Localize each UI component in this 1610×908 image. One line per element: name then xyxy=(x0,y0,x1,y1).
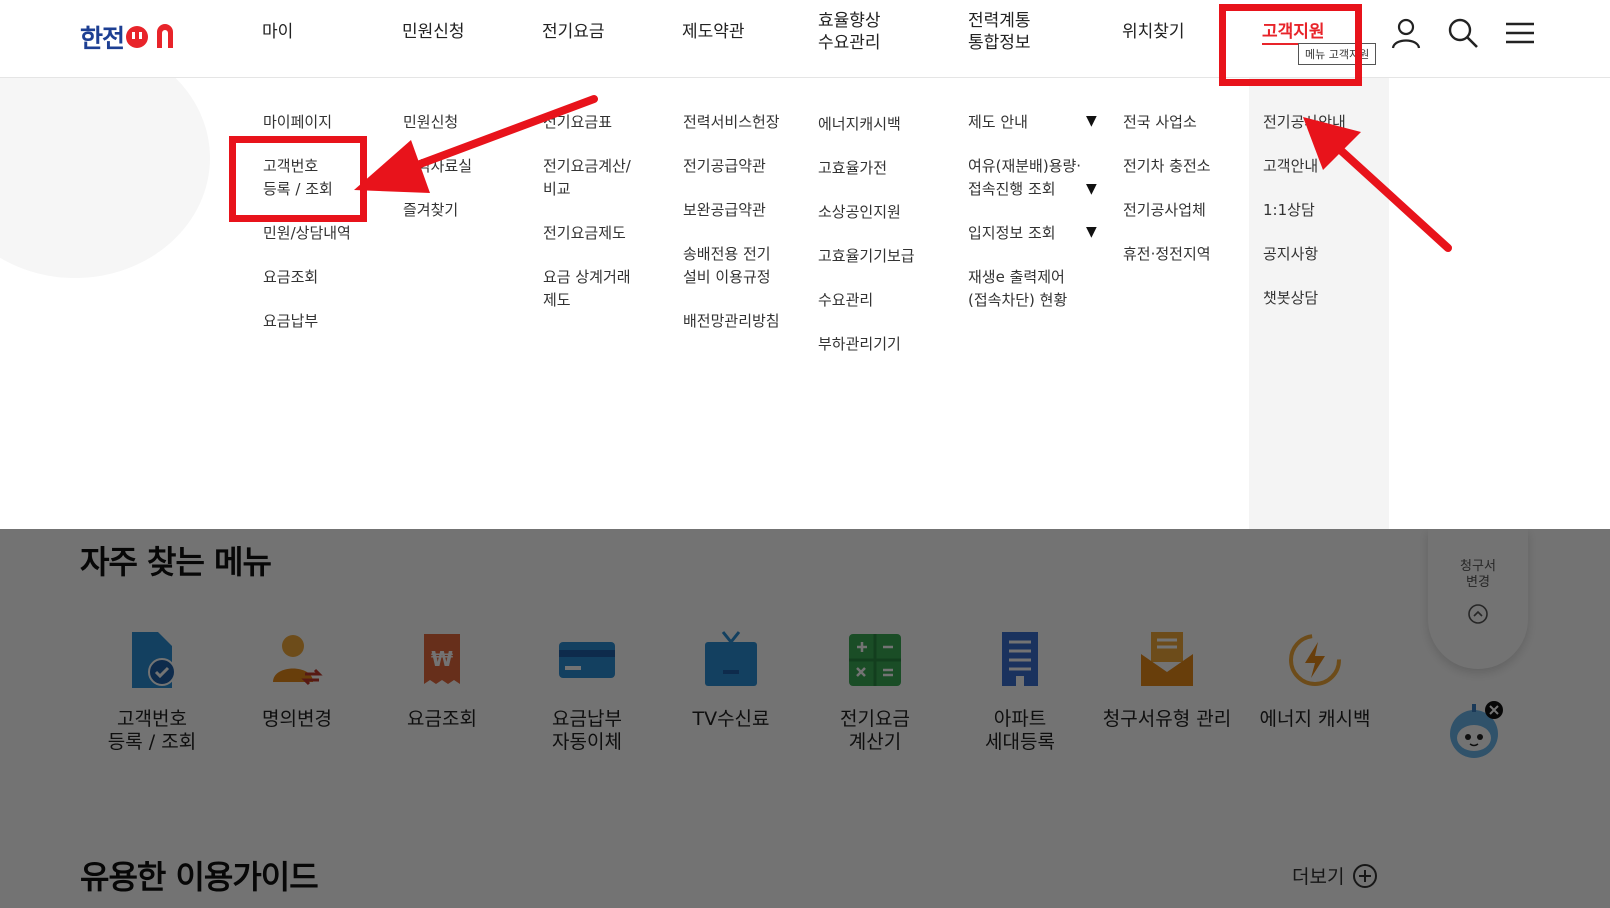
submenu-favorites[interactable]: 즐겨찾기 xyxy=(403,199,458,222)
gnb-my[interactable]: 마이 xyxy=(262,21,293,43)
quick-menu-label: 에너지 캐시백 xyxy=(1259,708,1371,730)
submenu-contractors[interactable]: 전기공사업체 xyxy=(1123,199,1206,222)
quick-menu-label: 청구서유형 관리 xyxy=(1102,708,1232,730)
submenu-transmission-rules[interactable]: 송배전용 전기 설비 이용규정 xyxy=(683,243,771,289)
submenu-mypage[interactable]: 마이페이지 xyxy=(263,111,332,134)
decorative-blob xyxy=(0,78,210,278)
submenu-fee-payment[interactable]: 요금납부 xyxy=(263,310,318,333)
calculator-icon xyxy=(849,634,901,686)
submenu-supply-terms[interactable]: 전기공급약관 xyxy=(683,155,766,178)
quick-menu-bill-type[interactable]: 청구서유형 관리 xyxy=(1087,630,1247,731)
document-check-icon xyxy=(132,632,176,688)
submenu-service-charter[interactable]: 전력서비스헌장 xyxy=(683,111,780,134)
chatbot-robot-icon[interactable] xyxy=(1444,700,1506,762)
quick-menu-fee-inquiry[interactable]: ₩ 요금조회 xyxy=(367,630,517,731)
submenu-notice[interactable]: 공지사항 xyxy=(1263,243,1318,266)
submenu-system-guide[interactable]: 제도 안내 xyxy=(968,111,1028,134)
chevron-up-circle-icon[interactable] xyxy=(1467,603,1489,625)
submenu-efficient-appliance[interactable]: 고효율가전 xyxy=(818,157,887,180)
logo-on-icon xyxy=(126,24,174,48)
quick-menu-label: 요금조회 xyxy=(407,708,477,730)
quick-menu-label: 고객번호 등록 / 조회 xyxy=(107,708,197,753)
submenu-site-info[interactable]: 입지정보 조회 xyxy=(968,222,1056,245)
submenu-energy-cashback[interactable]: 에너지캐시백 xyxy=(818,113,901,136)
submenu-outage-area[interactable]: 휴전·정전지역 xyxy=(1123,243,1211,266)
submenu-backup-terms[interactable]: 보완공급약관 xyxy=(683,199,766,222)
submenu-construction-guide[interactable]: 전기공사안내 xyxy=(1263,111,1346,134)
quick-menu-name-change[interactable]: 명의변경 xyxy=(222,630,372,731)
submenu-civil-history[interactable]: 민원/상담내역 xyxy=(263,222,351,245)
quick-menu-fee-calculator[interactable]: 전기요금 계산기 xyxy=(800,630,950,754)
submenu-net-metering[interactable]: 요금 상계거래 제도 xyxy=(543,266,631,312)
gnb-terms[interactable]: 제도약관 xyxy=(682,21,745,43)
gnb-electric-fee[interactable]: 전기요금 xyxy=(542,21,605,43)
submenu-ev-charger[interactable]: 전기차 충전소 xyxy=(1123,155,1211,178)
submenu-fee-inquiry[interactable]: 요금조회 xyxy=(263,266,318,289)
person-swap-icon xyxy=(273,635,323,686)
submenu-one-on-one[interactable]: 1:1상담 xyxy=(1263,199,1315,222)
submenu-fee-system[interactable]: 전기요금제도 xyxy=(543,222,626,245)
quick-menu-label: 요금납부 자동이체 xyxy=(552,708,622,753)
gnb-civil-request[interactable]: 민원신청 xyxy=(402,21,465,43)
quick-menu-label: TV수신료 xyxy=(692,708,770,730)
quick-menu-energy-cashback[interactable]: 에너지 캐시백 xyxy=(1235,630,1395,731)
tv-icon xyxy=(705,631,757,686)
user-icon[interactable] xyxy=(1389,16,1423,50)
search-icon[interactable] xyxy=(1446,16,1480,50)
usage-guide-title: 유용한 이용가이드 xyxy=(80,858,319,896)
quick-menu-auto-payment[interactable]: 요금납부 자동이체 xyxy=(512,630,662,754)
expand-arrow-icon[interactable]: ▼ xyxy=(1086,224,1097,240)
kepco-on-logo[interactable]: 한전 xyxy=(80,19,182,55)
quick-menu-label: 명의변경 xyxy=(262,708,332,730)
submenu-renewable-control[interactable]: 재생e 출력제어 (접속차단) 현황 xyxy=(968,266,1067,312)
energy-bolt-icon xyxy=(1289,634,1341,686)
quick-menu-label: 전기요금 계산기 xyxy=(840,708,910,753)
logo-text-kr: 한전 xyxy=(80,24,125,53)
quick-menu-label: 아파트 세대등록 xyxy=(985,708,1055,753)
expand-arrow-icon[interactable]: ▼ xyxy=(1086,181,1097,197)
svg-text:₩: ₩ xyxy=(431,647,453,671)
gnb-efficiency[interactable]: 효율향상 수요관리 xyxy=(818,10,881,54)
submenu-distribution-policy[interactable]: 배전망관리방침 xyxy=(683,310,780,333)
gnb-grid-info[interactable]: 전력계통 통합정보 xyxy=(968,10,1031,54)
submenu-form-library[interactable]: 서식자료실 xyxy=(403,155,472,178)
mail-bill-icon xyxy=(1141,632,1193,686)
submenu-capacity-inquiry[interactable]: 여유(재분배)용량· 접속진행 조회 xyxy=(968,155,1081,201)
submenu-load-device[interactable]: 부하관리기기 xyxy=(818,333,901,356)
submenu-demand-management[interactable]: 수요관리 xyxy=(818,289,873,312)
gnb-location[interactable]: 위치찾기 xyxy=(1122,21,1185,43)
more-label: 더보기 xyxy=(1292,866,1345,888)
site-header: 한전 마이 민원신청 전기요금 제도약관 효율향상 수요관리 전력계통 통합정보… xyxy=(0,0,1610,78)
hamburger-menu-icon[interactable] xyxy=(1503,16,1537,50)
credit-card-icon xyxy=(559,642,615,678)
bill-change-float-panel[interactable]: 청구서 변경 xyxy=(1428,529,1528,669)
won-bill-icon: ₩ xyxy=(424,634,460,684)
expand-arrow-icon[interactable]: ▼ xyxy=(1086,113,1097,129)
highlight-box-customer-support xyxy=(1219,4,1362,86)
highlight-box-customer-number xyxy=(229,136,367,222)
submenu-customer-guide[interactable]: 고객안내 xyxy=(1263,155,1318,178)
submenu-efficient-device[interactable]: 고효율기기보급 xyxy=(818,245,915,268)
apartment-icon xyxy=(1002,632,1038,686)
submenu-civil-request[interactable]: 민원신청 xyxy=(403,111,458,134)
more-button[interactable]: 더보기 xyxy=(1292,862,1378,889)
frequent-menu-title: 자주 찾는 메뉴 xyxy=(80,543,272,581)
bill-change-label: 청구서 변경 xyxy=(1460,559,1496,590)
submenu-fee-table[interactable]: 전기요금표 xyxy=(543,111,612,134)
submenu-chatbot[interactable]: 챗봇상담 xyxy=(1263,287,1318,310)
quick-menu-apartment[interactable]: 아파트 세대등록 xyxy=(945,630,1095,754)
submenu-offices[interactable]: 전국 사업소 xyxy=(1123,111,1197,134)
plus-circle-icon xyxy=(1353,863,1378,888)
quick-menu-customer-number[interactable]: 고객번호 등록 / 조회 xyxy=(77,630,227,754)
quick-menu-tv-fee[interactable]: TV수신료 xyxy=(656,630,806,731)
submenu-fee-calc[interactable]: 전기요금계산/ 비교 xyxy=(543,155,631,201)
submenu-small-business[interactable]: 소상공인지원 xyxy=(818,201,901,224)
